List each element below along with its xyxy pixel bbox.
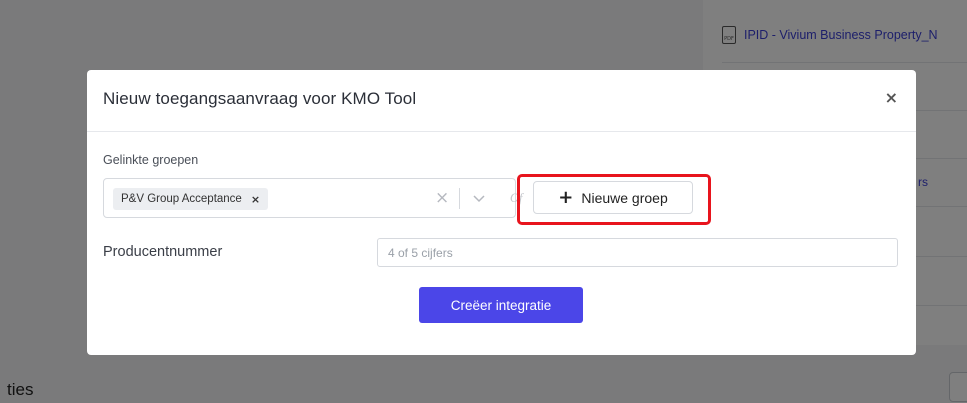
access-request-modal: Nieuw toegangsaanvraag voor KMO Tool × G… [87, 70, 916, 355]
linked-groups-label: Gelinkte groepen [103, 153, 199, 167]
remove-chip-icon[interactable]: × [251, 193, 260, 206]
modal-header: Nieuw toegangsaanvraag voor KMO Tool × [87, 70, 916, 132]
close-icon[interactable]: × [885, 88, 898, 107]
producer-number-input[interactable] [377, 238, 898, 267]
create-integration-button[interactable]: Creëer integratie [419, 287, 583, 323]
chevron-down-icon[interactable] [472, 191, 486, 205]
linked-groups-select[interactable]: P&V Group Acceptance × × [103, 178, 516, 218]
chip-label: P&V Group Acceptance [121, 193, 242, 205]
selected-group-chip: P&V Group Acceptance × [113, 188, 269, 210]
select-separator [459, 188, 460, 209]
highlight-annotation [517, 174, 711, 225]
producer-number-label: Producentnummer [103, 244, 223, 260]
modal-title: Nieuw toegangsaanvraag voor KMO Tool [103, 89, 417, 108]
clear-selection-icon[interactable]: × [435, 188, 449, 208]
